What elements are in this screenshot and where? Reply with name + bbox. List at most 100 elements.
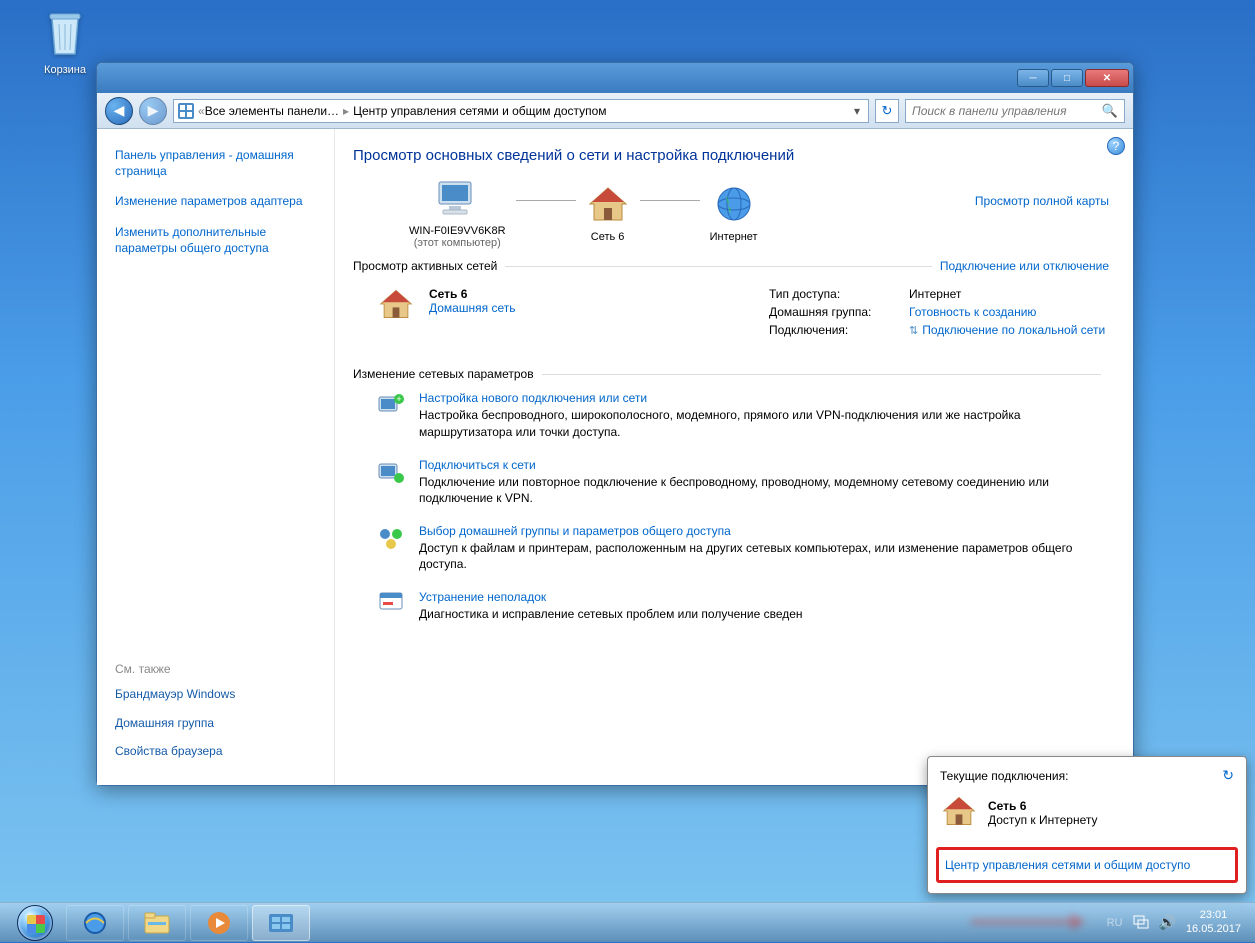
access-type-label: Тип доступа: [769,287,909,301]
sidebar-homegroup-link[interactable]: Домашняя группа [115,715,320,731]
map-network-node: Сеть 6 [586,184,630,243]
connection-link[interactable]: Подключение по локальной сети [922,323,1105,337]
map-computer-label: WIN-F0IE9VV6K8R [409,225,506,237]
troubleshoot-icon [377,590,405,618]
sidebar-browser-link[interactable]: Свойства браузера [115,743,320,759]
taskbar-ie-button[interactable] [66,905,124,941]
control-panel-icon [178,103,194,119]
tray-network-icon[interactable] [1133,913,1149,932]
forward-button[interactable]: ▶ [139,97,167,125]
task-item: Подключиться к сети Подключение или повт… [353,458,1109,506]
map-network-label: Сеть 6 [586,231,630,243]
popup-refresh-icon[interactable]: ↻ [1222,767,1234,784]
change-settings-header: Изменение сетевых параметров [353,367,534,381]
breadcrumb-bar[interactable]: « Все элементы панели… ▸ Центр управлени… [173,99,869,123]
search-input[interactable] [912,104,1102,118]
popup-network-center-link[interactable]: Центр управления сетями и общим доступо [936,847,1238,883]
task-desc: Подключение или повторное подключение к … [419,474,1109,506]
popup-net-name: Сеть 6 [988,799,1097,813]
task-link[interactable]: Подключиться к сети [419,458,1109,472]
task-desc: Настройка беспроводного, широкополосного… [419,407,1109,439]
map-line [516,200,576,201]
sidebar-adapter-link[interactable]: Изменение параметров адаптера [115,193,320,209]
connect-disconnect-link[interactable]: Подключение или отключение [940,259,1109,273]
task-item: + Настройка нового подключения или сети … [353,391,1109,439]
sidebar-firewall-link[interactable]: Брандмауэр Windows [115,686,320,702]
active-net-type-link[interactable]: Домашняя сеть [429,301,515,315]
homegroup-label: Домашняя группа: [769,305,909,319]
tray-lang[interactable]: RU [1107,917,1123,929]
task-item: Устранение неполадок Диагностика и испра… [353,590,1109,622]
tray-time: 23:01 [1186,909,1241,922]
tray-clock[interactable]: 23:01 16.05.2017 [1186,909,1241,935]
computer-icon [409,178,506,221]
task-link[interactable]: Выбор домашней группы и параметров общег… [419,524,1109,538]
map-internet-node: Интернет [710,184,758,243]
back-button[interactable]: ◀ [105,97,133,125]
recycle-bin-label: Корзина [44,64,86,76]
taskbar-media-button[interactable] [190,905,248,941]
map-computer-node: WIN-F0IE9VV6K8R (этот компьютер) [409,178,506,249]
system-tray: RU 🔊 23:01 16.05.2017 [1107,909,1247,935]
breadcrumb-dropdown-icon[interactable]: ▾ [850,104,864,118]
recycle-bin-icon [44,10,86,58]
active-net-name: Сеть 6 [429,287,515,301]
popup-network-row[interactable]: Сеть 6 Доступ к Интернету [940,794,1234,831]
homegroup-link[interactable]: Готовность к созданию [909,305,1036,319]
close-button[interactable]: ✕ [1085,69,1129,87]
titlebar[interactable]: ─ □ ✕ [97,63,1133,93]
map-line [640,200,700,201]
tray-date: 16.05.2017 [1186,923,1241,936]
connect-network-icon [377,458,405,486]
house-icon [377,287,415,324]
active-networks-header: Просмотр активных сетей [353,259,497,273]
sidebar-home-link[interactable]: Панель управления - домашняя страница [115,147,320,179]
task-link[interactable]: Устранение неполадок [419,590,803,604]
divider [505,266,932,267]
breadcrumb-sep-icon: ▸ [339,104,353,118]
control-panel-window: ─ □ ✕ ◀ ▶ « Все элементы панели… ▸ Центр… [96,62,1134,786]
breadcrumb-current[interactable]: Центр управления сетями и общим доступом [353,104,607,118]
help-button[interactable]: ? [1107,137,1125,155]
globe-icon [710,184,758,227]
map-computer-sub: (этот компьютер) [409,237,506,249]
task-desc: Доступ к файлам и принтерам, расположенн… [419,540,1109,572]
homegroup-icon [377,524,405,552]
tasks-list: + Настройка нового подключения или сети … [353,391,1109,622]
house-icon [940,794,978,831]
taskbar-controlpanel-button[interactable] [252,905,310,941]
network-flyout: Текущие подключения: ↻ Сеть 6 Доступ к И… [927,756,1247,894]
address-row: ◀ ▶ « Все элементы панели… ▸ Центр управ… [97,93,1133,129]
task-link[interactable]: Настройка нового подключения или сети [419,391,1109,405]
search-bar[interactable]: 🔍 [905,99,1125,123]
search-icon[interactable]: 🔍 [1102,103,1118,119]
popup-net-access: Доступ к Интернету [988,813,1097,827]
sidebar-sharing-link[interactable]: Изменить дополнительные параметры общего… [115,224,320,256]
taskbar-explorer-button[interactable] [128,905,186,941]
minimize-button[interactable]: ─ [1017,69,1049,87]
full-map-link[interactable]: Просмотр полной карты [975,194,1109,208]
refresh-button[interactable]: ↻ [875,99,899,123]
task-item: Выбор домашней группы и параметров общег… [353,524,1109,572]
access-type-value: Интернет [909,287,1109,301]
start-orb-icon [17,905,53,941]
breadcrumb-root[interactable]: Все элементы панели… [205,104,339,118]
house-icon [586,184,630,227]
active-network-block: Сеть 6 Домашняя сеть Тип доступа: Интерн… [353,283,1109,359]
divider [542,374,1101,375]
taskbar: RU 🔊 23:01 16.05.2017 [0,902,1255,942]
see-also-label: См. также [115,662,320,676]
maximize-button[interactable]: □ [1051,69,1083,87]
new-connection-icon: + [377,391,405,419]
svg-text:+: + [396,394,401,404]
connections-label: Подключения: [769,323,909,337]
page-heading: Просмотр основных сведений о сети и наст… [353,147,1109,164]
task-desc: Диагностика и исправление сетевых пробле… [419,606,803,622]
tray-volume-icon[interactable]: 🔊 [1159,914,1176,931]
start-button[interactable] [8,903,62,943]
sidebar: Панель управления - домашняя страница Из… [97,129,335,785]
recycle-bin[interactable]: Корзина [30,10,100,76]
main-content: ? Просмотр основных сведений о сети и на… [335,129,1133,785]
map-internet-label: Интернет [710,231,758,243]
popup-header: Текущие подключения: [940,769,1068,783]
